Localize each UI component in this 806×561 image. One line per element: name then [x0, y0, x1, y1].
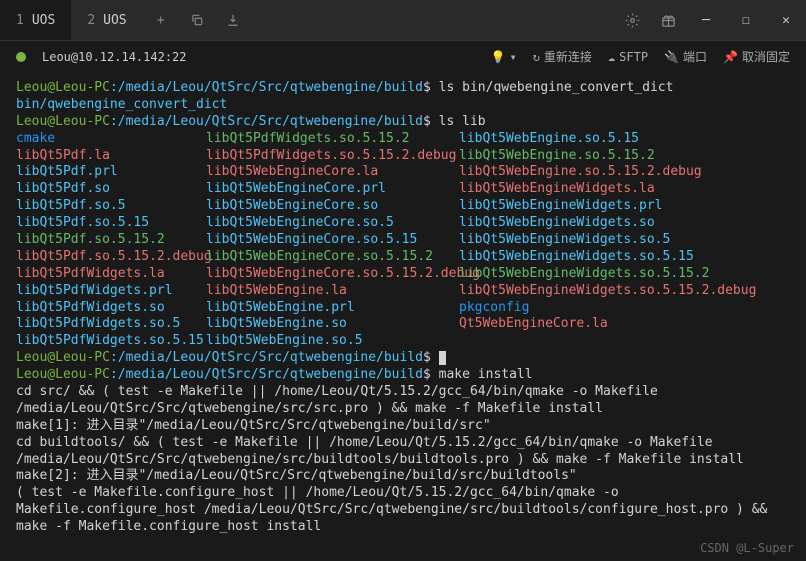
file-entry: libQt5WebEngineCore.la: [206, 164, 459, 181]
command: ls lib: [439, 114, 486, 129]
tab-label: UOS: [103, 13, 126, 28]
tab-num: 2: [87, 13, 95, 28]
watermark: CSDN @L-Super: [700, 541, 794, 555]
file-entry: pkgconfig: [459, 300, 756, 317]
reconnect-button[interactable]: ↻ 重新连接: [533, 48, 592, 65]
file-entry: libQt5WebEngine.la: [206, 283, 459, 300]
statusbar: Leou@10.12.14.142:22 💡 ▾ ↻ 重新连接 ☁ SFTP 🔌…: [0, 40, 806, 72]
file-entry: libQt5WebEngineCore.so.5.15: [206, 232, 459, 249]
file-entry: libQt5Pdf.so.5.15.2: [16, 232, 206, 249]
cursor: [439, 351, 446, 365]
hint-button[interactable]: 💡 ▾: [490, 50, 516, 64]
tab-1[interactable]: 1 UOS: [0, 0, 71, 40]
download-button[interactable]: [215, 2, 251, 38]
sftp-button[interactable]: ☁ SFTP: [608, 50, 648, 64]
file-entry: libQt5WebEngineCore.so: [206, 198, 459, 215]
connection-status-icon: [16, 52, 26, 62]
gift-button[interactable]: [650, 2, 686, 38]
file-entry: libQt5WebEngineWidgets.so: [459, 215, 756, 232]
file-entry: libQt5Pdf.so.5: [16, 198, 206, 215]
file-entry: libQt5PdfWidgets.prl: [16, 283, 206, 300]
file-entry: libQt5WebEngine.so: [206, 316, 459, 333]
connection-label: Leou@10.12.14.142:22: [42, 50, 187, 64]
file-entry: libQt5WebEngineCore.so.5: [206, 215, 459, 232]
output-line: bin/qwebengine_convert_dict: [16, 97, 790, 114]
maximize-button[interactable]: ☐: [726, 2, 766, 38]
file-entry: libQt5WebEngineWidgets.prl: [459, 198, 756, 215]
file-entry: libQt5Pdf.so.5.15.2.debug: [16, 249, 206, 266]
copy-button[interactable]: [179, 2, 215, 38]
titlebar: 1 UOS 2 UOS + ─ ☐ ✕: [0, 0, 806, 40]
output-line: ( test -e Makefile.configure_host || /ho…: [16, 485, 790, 536]
file-entry: libQt5Pdf.so.5.15: [16, 215, 206, 232]
file-entry: libQt5WebEngine.prl: [206, 300, 459, 317]
file-entry: libQt5Pdf.so: [16, 181, 206, 198]
close-button[interactable]: ✕: [766, 2, 806, 38]
file-entry: libQt5WebEngineWidgets.so.5.15.2: [459, 266, 756, 283]
ls-listing: cmakelibQt5Pdf.lalibQt5Pdf.prllibQt5Pdf.…: [16, 131, 790, 351]
tab-label: UOS: [32, 13, 55, 28]
output-line: cd src/ && ( test -e Makefile || /home/L…: [16, 384, 790, 418]
add-tab-button[interactable]: +: [143, 2, 179, 38]
output-line: make[2]: 进入目录"/media/Leou/QtSrc/Src/qtwe…: [16, 468, 790, 485]
tab-2[interactable]: 2 UOS: [71, 0, 142, 40]
file-entry: libQt5WebEngineWidgets.so.5.15.2.debug: [459, 283, 756, 300]
output-line: make[1]: 进入目录"/media/Leou/QtSrc/Src/qtwe…: [16, 418, 790, 435]
file-entry: libQt5PdfWidgets.so: [16, 300, 206, 317]
file-entry: libQt5PdfWidgets.la: [16, 266, 206, 283]
minimize-button[interactable]: ─: [686, 2, 726, 38]
file-entry: libQt5WebEngineWidgets.la: [459, 181, 756, 198]
file-entry: libQt5WebEngineWidgets.so.5: [459, 232, 756, 249]
file-entry: libQt5WebEngine.so.5.15.2.debug: [459, 164, 756, 181]
file-entry: libQt5PdfWidgets.so.5.15: [16, 333, 206, 350]
file-entry: libQt5PdfWidgets.so.5.15.2.debug: [206, 148, 459, 165]
file-entry: libQt5WebEngineCore.so.5.15.2.debug: [206, 266, 459, 283]
file-entry: libQt5WebEngine.so.5.15.2: [459, 148, 756, 165]
prompt-user: Leou@Leou-PC: [16, 80, 110, 95]
tab-num: 1: [16, 13, 24, 28]
file-entry: libQt5PdfWidgets.so.5: [16, 316, 206, 333]
file-entry: libQt5WebEngineWidgets.so.5.15: [459, 249, 756, 266]
file-entry: libQt5WebEngine.so.5: [206, 333, 459, 350]
port-button[interactable]: 🔌 端口: [664, 48, 707, 65]
file-entry: libQt5WebEngineCore.so.5.15.2: [206, 249, 459, 266]
file-entry: libQt5PdfWidgets.so.5.15.2: [206, 131, 459, 148]
prompt-dollar: $: [423, 80, 431, 95]
file-entry: libQt5Pdf.la: [16, 148, 206, 165]
file-entry: cmake: [16, 131, 206, 148]
command: ls bin/qwebengine_convert_dict: [439, 80, 674, 95]
settings-button[interactable]: [614, 2, 650, 38]
output-line: cd buildtools/ && ( test -e Makefile || …: [16, 435, 790, 469]
file-entry: libQt5WebEngineCore.prl: [206, 181, 459, 198]
unpin-button[interactable]: 📌 取消固定: [723, 48, 790, 65]
command: make install: [439, 367, 533, 382]
file-entry: Qt5WebEngineCore.la: [459, 316, 756, 333]
terminal-output[interactable]: Leou@Leou-PC:/media/Leou/QtSrc/Src/qtweb…: [0, 72, 806, 536]
prompt-path: /media/Leou/QtSrc/Src/qtwebengine/build: [118, 80, 423, 95]
file-entry: libQt5Pdf.prl: [16, 164, 206, 181]
file-entry: libQt5WebEngine.so.5.15: [459, 131, 756, 148]
